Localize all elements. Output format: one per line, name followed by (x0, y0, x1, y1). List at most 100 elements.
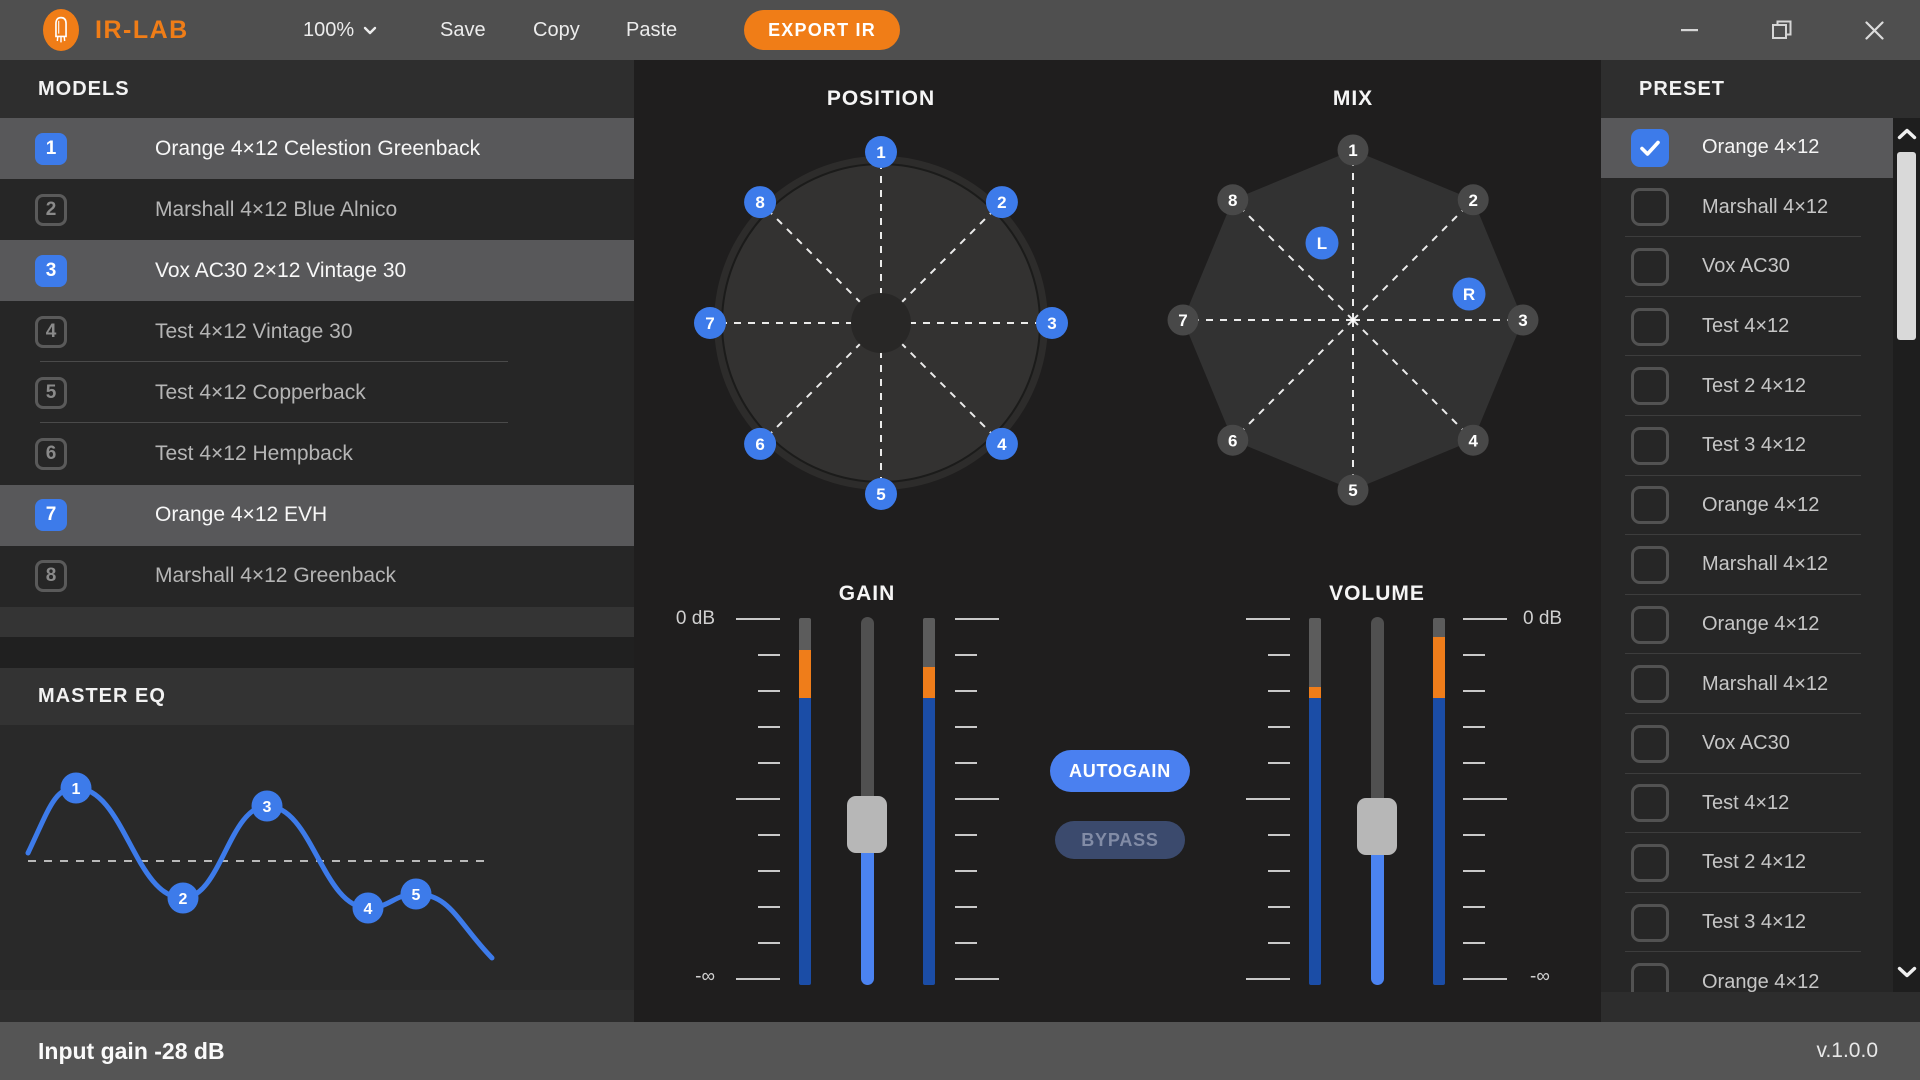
eq-band-point-1[interactable]: 1 (61, 773, 92, 804)
vacuum-tube-icon (50, 15, 72, 45)
mix-point-7: 7 (1168, 305, 1199, 336)
slider-handle[interactable] (847, 796, 887, 853)
preset-row[interactable]: Test 4×12 (1601, 297, 1893, 357)
checkbox-unchecked[interactable] (1631, 784, 1669, 822)
preset-row[interactable]: Marshall 4×12 (1601, 178, 1893, 238)
copy-button[interactable]: Copy (533, 0, 580, 60)
minimize-button[interactable] (1675, 15, 1705, 45)
scrollbar-up-button[interactable] (1896, 122, 1917, 146)
eq-band-point-4[interactable]: 4 (353, 893, 384, 924)
model-number-badge: 5 (35, 377, 67, 409)
eq-band-point-2[interactable]: 2 (168, 883, 199, 914)
checkbox-unchecked[interactable] (1631, 606, 1669, 644)
ruler-tick (1463, 690, 1485, 692)
preset-row[interactable]: Vox AC30 (1601, 237, 1893, 297)
maximize-button[interactable] (1767, 15, 1797, 45)
position-point-3[interactable]: 3 (1036, 307, 1068, 339)
close-button[interactable] (1859, 15, 1889, 45)
preset-row[interactable]: Marshall 4×12 (1601, 535, 1893, 595)
model-row[interactable]: 6Test 4×12 Hempback (0, 423, 634, 484)
slider-handle[interactable] (1357, 798, 1397, 855)
slider-track-upper (861, 617, 874, 825)
center-panel: POSITION MIX 12345678 12345678LR GAIN VO… (634, 60, 1601, 1022)
scrollbar-down-button[interactable] (1896, 960, 1917, 984)
model-row[interactable]: 4Test 4×12 Vintage 30 (0, 301, 634, 362)
preset-label: Orange 4×12 (1702, 613, 1819, 636)
paste-button[interactable]: Paste (626, 0, 677, 60)
position-point-2[interactable]: 2 (986, 186, 1018, 218)
model-number-badge: 1 (35, 133, 67, 165)
checkbox-unchecked[interactable] (1631, 904, 1669, 942)
preset-row[interactable]: Test 3 4×12 (1601, 893, 1893, 953)
export-ir-button[interactable]: EXPORT IR (744, 10, 900, 50)
ruler-tick (758, 762, 780, 764)
checkbox-unchecked[interactable] (1631, 427, 1669, 465)
preset-row[interactable]: Test 4×12 (1601, 774, 1893, 834)
ruler-tick (1463, 978, 1507, 980)
meter-headroom-segment (923, 618, 935, 667)
bypass-button[interactable]: BYPASS (1055, 821, 1185, 859)
checkbox-unchecked[interactable] (1631, 308, 1669, 346)
volume-slider[interactable] (1357, 617, 1397, 985)
model-row[interactable]: 7Orange 4×12 EVH (0, 485, 634, 546)
mix-channel-l[interactable]: L (1306, 227, 1339, 260)
checkbox-unchecked[interactable] (1631, 188, 1669, 226)
preset-row[interactable]: Vox AC30 (1601, 714, 1893, 774)
preset-row[interactable]: Orange 4×12 (1601, 952, 1893, 992)
ruler-tick (955, 762, 977, 764)
checkbox-unchecked[interactable] (1631, 546, 1669, 584)
model-row[interactable]: 1Orange 4×12 Celestion Greenback (0, 118, 634, 179)
checkbox-unchecked[interactable] (1631, 963, 1669, 992)
checkbox-unchecked[interactable] (1631, 367, 1669, 405)
meter-hot-segment (799, 650, 811, 698)
svg-text:4: 4 (1468, 431, 1478, 450)
save-button[interactable]: Save (440, 0, 486, 60)
mix-channel-r[interactable]: R (1453, 278, 1486, 311)
position-point-8[interactable]: 8 (744, 186, 776, 218)
checkbox-unchecked[interactable] (1631, 844, 1669, 882)
model-row[interactable]: 5Test 4×12 Copperback (0, 362, 634, 423)
checkbox-unchecked[interactable] (1631, 486, 1669, 524)
preset-row[interactable]: Marshall 4×12 (1601, 654, 1893, 714)
position-point-4[interactable]: 4 (986, 428, 1018, 460)
model-row[interactable]: 3Vox AC30 2×12 Vintage 30 (0, 240, 634, 301)
models-list: 1Orange 4×12 Celestion Greenback2Marshal… (0, 118, 634, 607)
master-eq-chart[interactable]: 1 2 3 45 (0, 725, 634, 990)
eq-band-point-3[interactable]: 3 (252, 791, 283, 822)
preset-row[interactable]: Orange 4×12 (1601, 476, 1893, 536)
speaker-dust-cap (851, 293, 911, 353)
preset-row[interactable]: Test 3 4×12 (1601, 416, 1893, 476)
position-point-6[interactable]: 6 (744, 428, 776, 460)
position-point-5[interactable]: 5 (865, 478, 897, 510)
chevron-down-icon (363, 26, 377, 35)
ruler-tick (736, 978, 780, 980)
preset-row[interactable]: Test 2 4×12 (1601, 833, 1893, 893)
position-point-7[interactable]: 7 (694, 307, 726, 339)
left-bottom-strip (0, 990, 634, 1022)
autogain-button[interactable]: AUTOGAIN (1050, 750, 1190, 792)
preset-row[interactable]: Orange 4×12 (1601, 595, 1893, 655)
mix-point-8: 8 (1217, 184, 1248, 215)
meter-headroom-segment (1433, 618, 1445, 637)
model-row[interactable]: 2Marshall 4×12 Blue Alnico (0, 179, 634, 240)
preset-row[interactable]: Test 2 4×12 (1601, 356, 1893, 416)
scrollbar-thumb[interactable] (1897, 152, 1916, 340)
mix-pan-control[interactable]: 12345678LR (1153, 120, 1553, 520)
models-header: MODELS (0, 60, 634, 118)
eq-band-point-5[interactable]: 5 (401, 879, 432, 910)
position-point-1[interactable]: 1 (865, 136, 897, 168)
checkbox-unchecked[interactable] (1631, 248, 1669, 286)
checkbox-unchecked[interactable] (1631, 725, 1669, 763)
model-row[interactable]: 8Marshall 4×12 Greenback (0, 546, 634, 607)
zoom-select[interactable]: 100% (303, 0, 377, 60)
preset-row[interactable]: Orange 4×12 (1601, 118, 1893, 178)
checkbox-checked[interactable] (1631, 129, 1669, 167)
preset-scrollbar[interactable] (1893, 118, 1920, 992)
meter-level-segment (1309, 698, 1321, 985)
gain-slider[interactable] (847, 617, 887, 985)
preset-panel: PRESET Orange 4×12Marshall 4×12Vox AC30T… (1601, 60, 1920, 1022)
ruler-tick (1268, 726, 1290, 728)
checkbox-unchecked[interactable] (1631, 665, 1669, 703)
volume-ruler-left (1246, 618, 1290, 980)
position-speaker-control[interactable]: 1 2 3 4 5 6 7 8 (681, 123, 1081, 523)
